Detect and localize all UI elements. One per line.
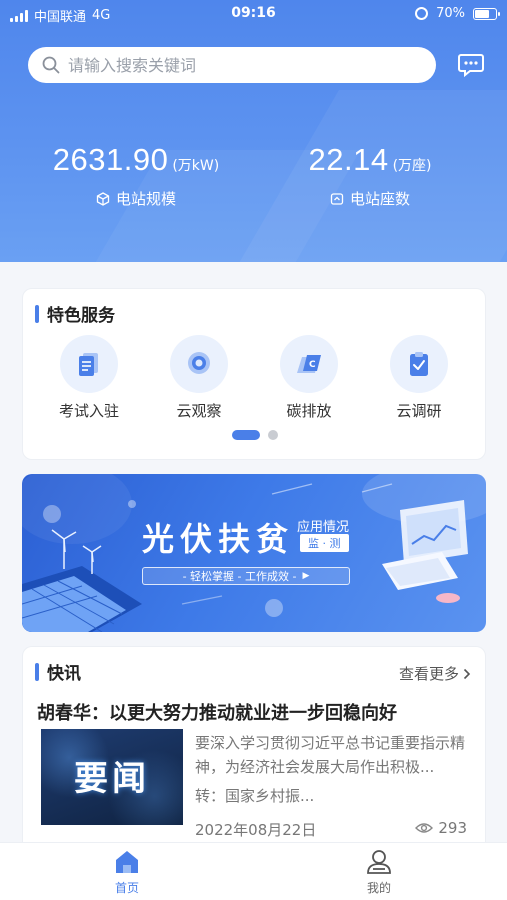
service-exam-entry[interactable]: 考试入驻	[49, 335, 129, 421]
stat-label: 电站座数	[349, 190, 410, 208]
status-right: 70%	[415, 6, 500, 21]
battery-level	[475, 9, 489, 18]
header-background	[0, 0, 507, 262]
view-count: 293	[438, 819, 467, 837]
svg-text:C: C	[309, 360, 316, 370]
section-title: 特色服务	[35, 301, 115, 326]
clipboard-check-icon	[410, 352, 428, 376]
section-title-text: 特色服务	[47, 306, 115, 326]
news-flash-section: 快讯 查看更多 胡春华：以更大努力推动就业进一步回稳向好 要闻 要深入学习贯彻习…	[22, 646, 486, 842]
stat-value: 2631.90	[52, 142, 169, 177]
section-title: 快讯	[35, 659, 81, 684]
pager-dot-active[interactable]	[232, 430, 260, 440]
document-icon	[79, 353, 98, 376]
stat-capacity: 2631.90 (万kW) 电站规模	[46, 142, 226, 209]
chevron-right-icon	[463, 668, 471, 679]
service-icon-circle: C	[280, 335, 338, 393]
view-more-label: 查看更多	[398, 665, 459, 683]
home-icon	[116, 851, 138, 873]
banner-slogan: - 轻松掌握 - 工作成效 - ▶	[142, 567, 350, 585]
service-label: 云观察	[176, 402, 222, 420]
status-bar: 中国联通 4G 09:16 70%	[0, 0, 507, 28]
service-icon-circle	[170, 335, 228, 393]
search-bar[interactable]	[28, 47, 436, 83]
stat-station-count: 22.14 (万座) 电站座数	[290, 142, 450, 209]
station-icon	[330, 192, 344, 205]
news-thumbnail[interactable]: 要闻	[41, 729, 183, 825]
carbon-icon: C	[297, 355, 321, 373]
message-button[interactable]	[456, 50, 486, 80]
location-pin-icon	[188, 352, 210, 374]
service-label: 考试入驻	[58, 402, 119, 420]
news-source: 转：国家乡村振...	[195, 787, 315, 805]
cube-icon	[96, 191, 110, 206]
thumbnail-text: 要闻	[74, 759, 150, 799]
service-icon-circle	[60, 335, 118, 393]
title-accent-bar	[35, 662, 39, 681]
pager-dot[interactable]	[268, 430, 278, 440]
bottom-tab-bar: 首页 我的	[0, 842, 507, 900]
tab-mine[interactable]: 我的	[339, 849, 419, 896]
service-label: 碳排放	[286, 402, 332, 420]
chat-bubble-icon	[458, 54, 484, 78]
section-title-text: 快讯	[47, 664, 81, 684]
stat-label: 电站规模	[115, 190, 176, 208]
promo-banner[interactable]: 光伏扶贫 应用情况 监 · 测 - 轻松掌握 - 工作成效 - ▶	[22, 474, 486, 632]
service-icon-circle	[390, 335, 448, 393]
stat-value: 22.14	[308, 142, 389, 177]
service-carbon-emission[interactable]: C 碳排放	[269, 335, 349, 421]
search-input[interactable]	[68, 55, 436, 75]
alarm-icon	[415, 7, 429, 20]
tab-label: 我的	[366, 881, 391, 895]
banner-title: 光伏扶贫	[142, 520, 295, 558]
view-more-link[interactable]: 查看更多	[399, 663, 471, 684]
battery-icon	[473, 7, 500, 20]
stat-unit: (万座)	[392, 158, 432, 174]
service-cloud-survey[interactable]: 云调研	[379, 335, 459, 421]
news-views: 293	[415, 819, 467, 837]
featured-services-card: 特色服务 考试入驻 云观察 C 碳排放 云调研	[22, 288, 486, 460]
news-headline[interactable]: 胡春华：以更大努力推动就业进一步回稳向好	[37, 699, 397, 725]
service-label: 云调研	[396, 402, 442, 420]
user-icon	[367, 850, 391, 874]
tab-label: 首页	[114, 881, 139, 895]
play-arrow-icon: ▶	[302, 571, 310, 581]
battery-percent: 70%	[436, 6, 465, 21]
news-excerpt: 要深入学习贯彻习近平总书记重要指示精神，为经济社会发展大局作出积极...	[195, 734, 466, 776]
news-date: 2022年08月22日	[195, 821, 317, 839]
banner-slogan-text: - 轻松掌握 - 工作成效 -	[182, 570, 297, 583]
pager-dots[interactable]	[232, 430, 278, 440]
banner-tag: 监 · 测	[300, 534, 349, 552]
service-cloud-observe[interactable]: 云观察	[159, 335, 239, 421]
title-accent-bar	[35, 304, 39, 323]
search-icon	[42, 56, 60, 74]
eye-icon	[415, 823, 434, 833]
tab-home[interactable]: 首页	[87, 849, 167, 896]
stat-unit: (万kW)	[172, 158, 220, 174]
banner-tag: 应用情况	[297, 520, 350, 535]
